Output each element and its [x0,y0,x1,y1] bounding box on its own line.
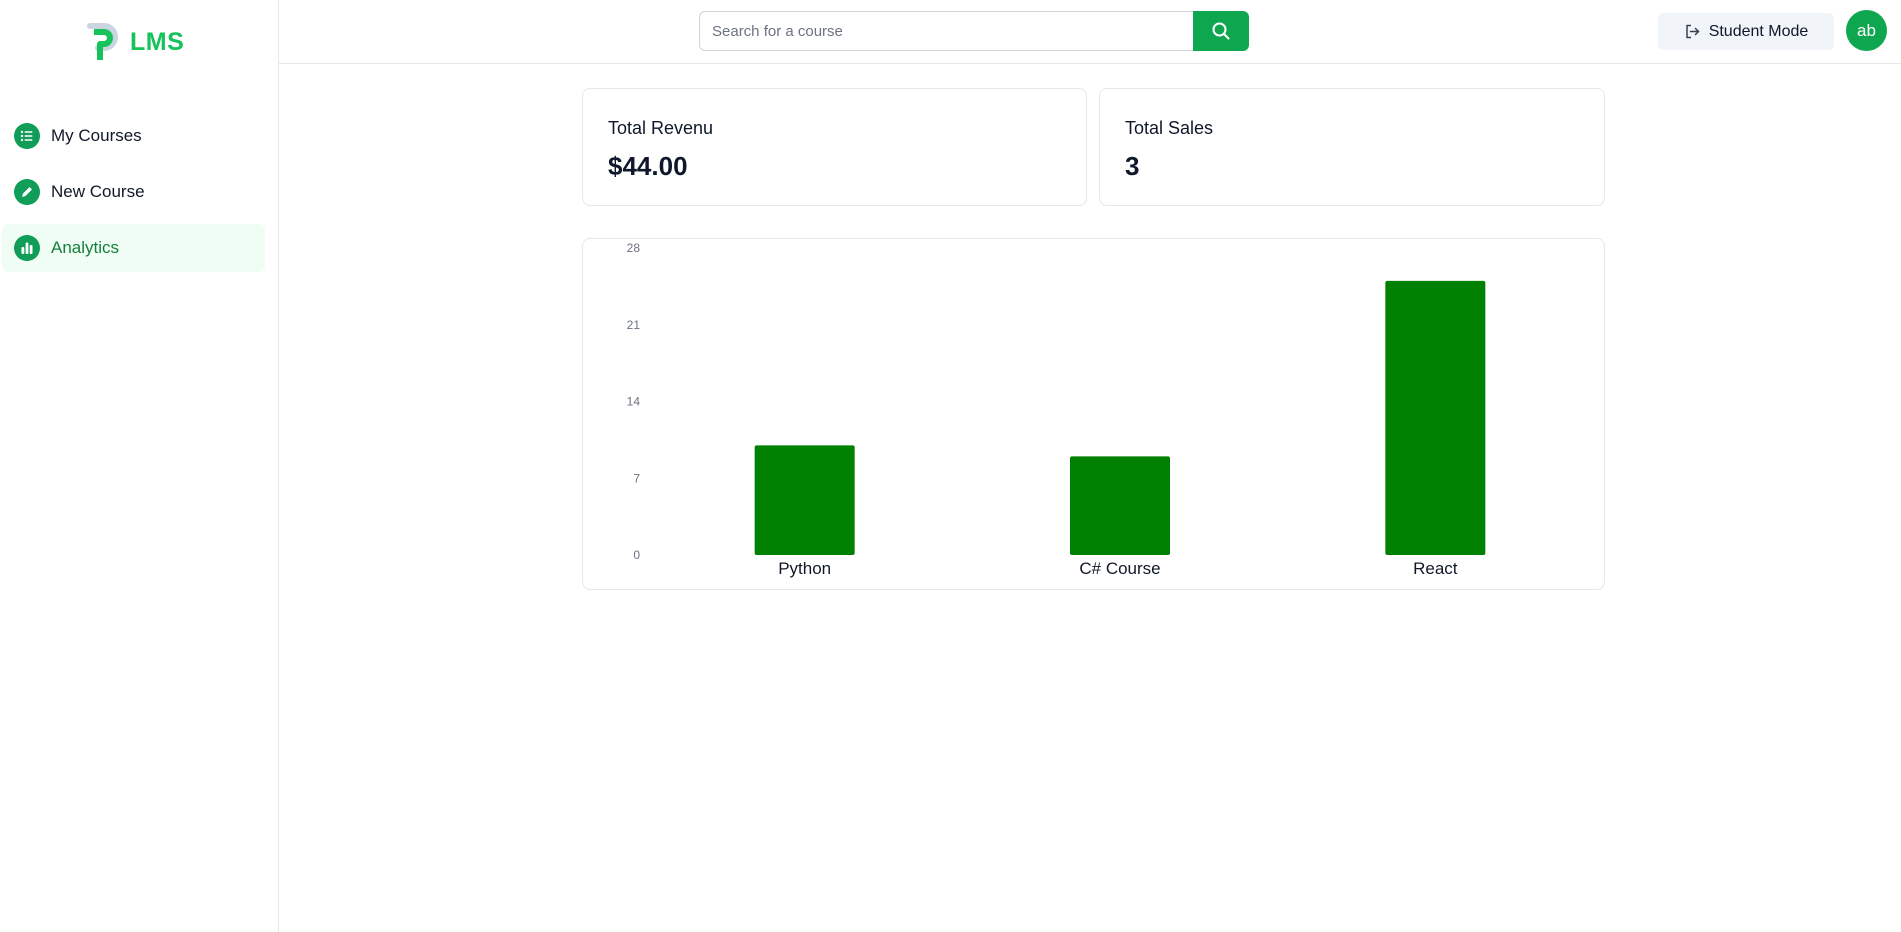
analytics-chart-card: 0 7 14 21 28 Python C# Course React [582,238,1605,590]
x-category-label: React [1413,559,1458,578]
y-tick-label: 21 [627,318,641,332]
sidebar-item-my-courses[interactable]: My Courses [2,112,265,160]
student-mode-button[interactable]: Student Mode [1658,13,1834,50]
sidebar-item-analytics[interactable]: Analytics [2,224,265,272]
y-tick-label: 14 [627,395,641,409]
logout-icon [1685,24,1699,39]
search-bar [699,11,1249,51]
student-mode-label: Student Mode [1708,22,1809,40]
chart-bar[interactable] [754,445,855,555]
sidebar-item-label: Analytics [51,238,120,257]
x-category-label: Python [778,559,831,578]
y-tick-label: 28 [627,241,641,255]
sidebar: LMS My Courses New Course Analytics [0,0,279,932]
revenue-title: Total Revenu [608,118,714,138]
sales-card: Total Sales 3 [1099,88,1605,206]
x-category-label: C# Course [1079,559,1160,578]
sales-value: 3 [1125,151,1140,181]
logo-mark-icon [87,23,118,60]
chart-bar[interactable] [1385,280,1486,555]
topbar: Student Mode ab [279,0,1901,64]
sales-title: Total Sales [1125,118,1214,138]
search-button[interactable] [1193,11,1249,51]
sidebar-item-label: My Courses [51,126,142,145]
search-icon [1212,22,1230,40]
logo-text: LMS [130,27,185,56]
revenue-bar-chart: 0 7 14 21 28 Python C# Course React [627,241,1486,578]
chart-bar[interactable] [1070,456,1170,555]
pencil-icon [14,179,40,205]
sidebar-item-label: New Course [51,182,145,201]
revenue-value: $44.00 [608,151,688,181]
list-icon [14,123,40,149]
avatar[interactable]: ab [1846,10,1887,51]
revenue-card: Total Revenu $44.00 [582,88,1087,206]
sidebar-nav: My Courses New Course Analytics [0,112,279,280]
y-tick-label: 0 [633,548,640,562]
sidebar-item-new-course[interactable]: New Course [2,168,265,216]
logo[interactable]: LMS [86,22,184,62]
search-input[interactable] [699,11,1193,51]
bar-chart-icon [14,235,40,261]
y-tick-label: 7 [633,471,640,485]
